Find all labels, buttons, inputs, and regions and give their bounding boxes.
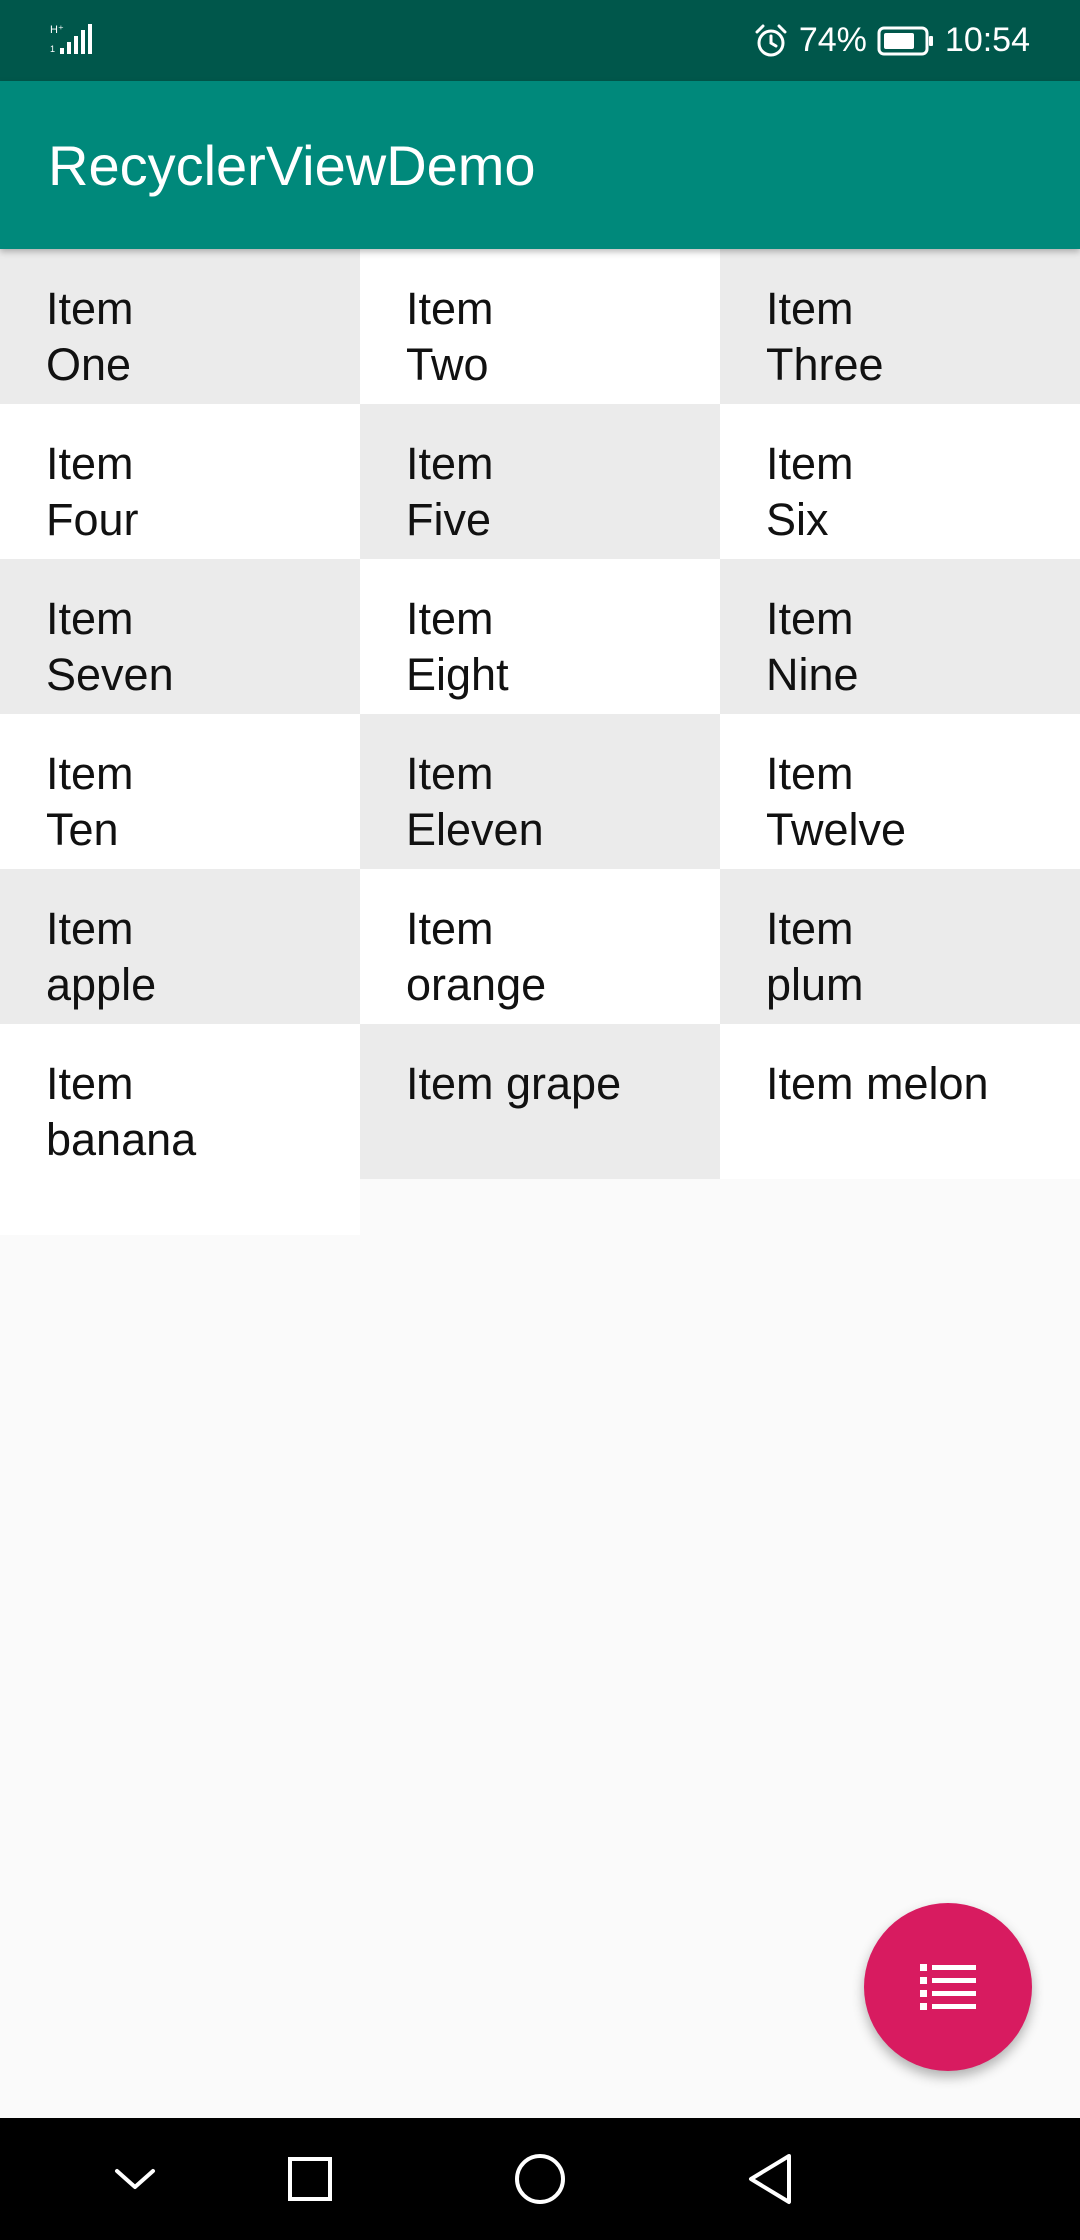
grid-item[interactable]: Item Ten	[0, 714, 360, 869]
svg-text:1: 1	[50, 44, 55, 54]
alarm-icon	[755, 24, 787, 56]
list-icon	[920, 1964, 976, 2010]
grid-item[interactable]: Item Three	[720, 249, 1080, 404]
back-triangle-icon	[749, 2154, 791, 2204]
circle-icon	[515, 2154, 565, 2204]
grid-item[interactable]: Item Nine	[720, 559, 1080, 714]
grid-item[interactable]: Item Two	[360, 249, 720, 404]
grid-item[interactable]: Item apple	[0, 869, 360, 1024]
status-right: 74% 10:54	[753, 0, 1030, 81]
svg-text:H⁺: H⁺	[50, 24, 64, 36]
grid-item[interactable]: Item banana	[0, 1024, 360, 1235]
chevron-down-icon	[115, 2169, 155, 2189]
app-title: RecyclerViewDemo	[48, 133, 536, 197]
grid-item[interactable]: Item Eight	[360, 559, 720, 714]
navigation-bar	[0, 2118, 1080, 2240]
grid-item[interactable]: Item grape	[360, 1024, 720, 1179]
app-bar: RecyclerViewDemo	[0, 81, 1080, 249]
grid-item[interactable]: Item One	[0, 249, 360, 404]
item-grid: Item One Item Two Item Three Item Four I…	[0, 249, 1080, 1235]
grid-item[interactable]: Item Eleven	[360, 714, 720, 869]
square-icon	[288, 2157, 332, 2201]
grid-item[interactable]: Item Seven	[0, 559, 360, 714]
grid-item[interactable]: Item Twelve	[720, 714, 1080, 869]
grid-item[interactable]: Item Five	[360, 404, 720, 559]
grid-item[interactable]: Item orange	[360, 869, 720, 1024]
grid-item[interactable]: Item plum	[720, 869, 1080, 1024]
grid-item[interactable]: Item Six	[720, 404, 1080, 559]
signal-icon: H⁺ 1	[50, 24, 92, 54]
battery-percent: 74%	[798, 21, 867, 59]
nav-hide-button[interactable]	[75, 2118, 195, 2240]
nav-home-button[interactable]	[480, 2118, 600, 2240]
status-time: 10:54	[944, 21, 1030, 59]
status-bar: H⁺ 1 74% 10:54	[0, 0, 1080, 81]
list-fab-button[interactable]	[864, 1903, 1032, 2071]
nav-back-button[interactable]	[710, 2118, 830, 2240]
grid-item[interactable]: Item Four	[0, 404, 360, 559]
battery-icon	[877, 26, 933, 55]
grid-item[interactable]: Item melon	[720, 1024, 1080, 1179]
nav-recents-button[interactable]	[250, 2118, 370, 2240]
